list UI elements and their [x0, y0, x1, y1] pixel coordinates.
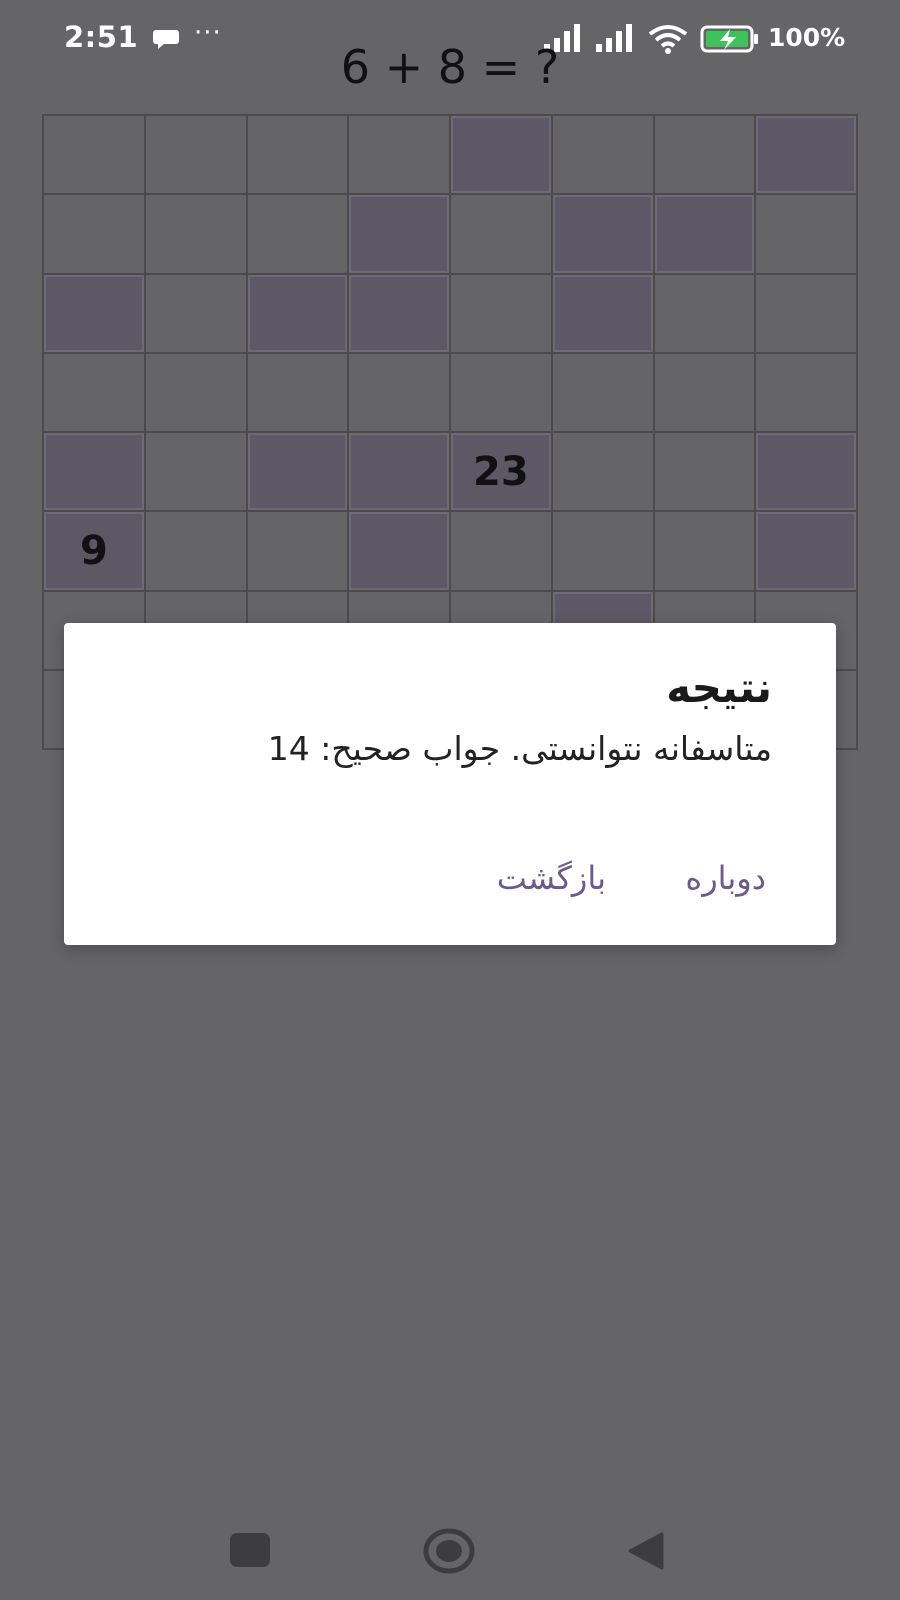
- grid-cell[interactable]: [44, 195, 146, 275]
- grid-cell-filled[interactable]: [247, 274, 350, 354]
- grid-cell[interactable]: [247, 116, 350, 196]
- grid-cell[interactable]: [44, 353, 146, 433]
- grid-cell-filled[interactable]: [451, 116, 553, 196]
- grid-cell[interactable]: [349, 116, 451, 196]
- grid-cell[interactable]: [247, 512, 350, 592]
- grid-cell[interactable]: [145, 116, 248, 196]
- grid-cell[interactable]: [552, 116, 655, 196]
- grid-cell[interactable]: [552, 433, 655, 513]
- grid-cell-filled[interactable]: [44, 433, 146, 513]
- grid-cell[interactable]: [654, 274, 757, 354]
- grid-cell-filled[interactable]: [349, 433, 451, 513]
- grid-cell[interactable]: [451, 274, 553, 354]
- grid-cell-filled[interactable]: [552, 274, 655, 354]
- grid-cell[interactable]: [247, 353, 350, 433]
- grid-cell[interactable]: [451, 353, 553, 433]
- grid-cell-filled[interactable]: [756, 116, 858, 196]
- grid-cell-filled[interactable]: 23: [451, 433, 553, 513]
- grid-cell[interactable]: [654, 116, 757, 196]
- grid-cell[interactable]: [654, 353, 757, 433]
- grid-cell[interactable]: [756, 353, 858, 433]
- grid-cell[interactable]: [552, 512, 655, 592]
- game-screen: 2:51 ··· 100% 6 + 8 = ? 23 9 نتیجه متاسف…: [0, 0, 900, 1600]
- grid-cell-filled[interactable]: [552, 195, 655, 275]
- back-triangle-icon[interactable]: [626, 1532, 664, 1570]
- result-dialog: نتیجه متاسفانه نتوانستی. جواب صحیح: 14 د…: [64, 623, 836, 945]
- grid-cell[interactable]: [145, 353, 248, 433]
- cell-number: 23: [473, 448, 529, 495]
- grid-cell-filled[interactable]: [756, 433, 858, 513]
- dialog-title: نتیجه: [666, 663, 772, 712]
- cell-number: 9: [79, 527, 108, 574]
- grid-cell[interactable]: [756, 274, 858, 354]
- grid-cell[interactable]: [654, 512, 757, 592]
- grid-cell[interactable]: [654, 433, 757, 513]
- grid-cell-filled[interactable]: [756, 512, 858, 592]
- grid-cell-filled[interactable]: [349, 512, 451, 592]
- grid-cell[interactable]: [451, 512, 553, 592]
- equation-question: 6 + 8 = ?: [340, 40, 560, 94]
- grid-cell-filled[interactable]: [349, 274, 451, 354]
- grid-cell[interactable]: [451, 195, 553, 275]
- retry-button[interactable]: دوباره: [685, 859, 766, 897]
- grid-cell[interactable]: [145, 274, 248, 354]
- dialog-message: متاسفانه نتوانستی. جواب صحیح: 14: [267, 729, 772, 768]
- grid-cell[interactable]: [349, 353, 451, 433]
- recents-square-icon[interactable]: [230, 1533, 270, 1567]
- grid-cell-filled[interactable]: 9: [44, 512, 146, 592]
- grid-cell-filled[interactable]: [44, 274, 146, 354]
- grid-cell[interactable]: [145, 433, 248, 513]
- grid-cell-filled[interactable]: [654, 195, 757, 275]
- grid-cell[interactable]: [145, 512, 248, 592]
- home-circle-icon[interactable]: [423, 1528, 475, 1574]
- grid-cell-filled[interactable]: [349, 195, 451, 275]
- back-button[interactable]: بازگشت: [497, 859, 606, 897]
- grid-cell[interactable]: [145, 195, 248, 275]
- grid-cell[interactable]: [552, 353, 655, 433]
- grid-cell[interactable]: [247, 195, 350, 275]
- grid-cell[interactable]: [44, 116, 146, 196]
- grid-cell[interactable]: [756, 195, 858, 275]
- grid-cell-filled[interactable]: [247, 433, 350, 513]
